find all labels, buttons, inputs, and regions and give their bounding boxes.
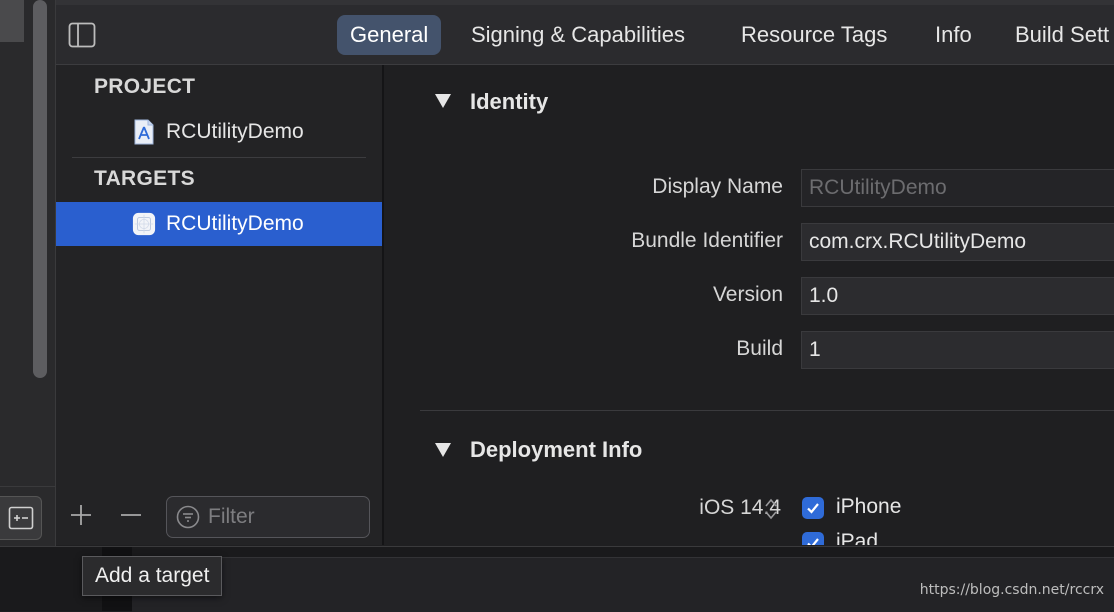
tab-info[interactable]: Info [922,15,985,55]
deployment-info-section-title: Deployment Info [470,437,643,462]
tab-resource-tags[interactable]: Resource Tags [728,15,900,55]
bundle-identifier-label: Bundle Identifier [631,229,783,252]
filter-placeholder: Filter [208,505,255,528]
tab-general[interactable]: General [337,15,442,55]
xcode-project-icon [132,119,156,145]
checkmark-icon [807,538,819,545]
build-field[interactable]: 1 [801,331,1114,369]
target-item-label: RCUtilityDemo [166,212,304,235]
list-divider [72,157,366,158]
checkmark-icon [807,503,819,514]
tab-signing-capabilities[interactable]: Signing & Capabilities [458,15,698,55]
ipad-label: iPad [836,530,879,545]
plus-minus-box-icon [8,506,33,530]
app-target-icon [132,211,156,237]
disclosure-triangle-icon[interactable] [434,442,452,458]
project-target-list: PROJECT RCUtilityDemo TARGETS RCUtilityD… [56,65,384,545]
editor-tab-bar: General Signing & Capabilities Resource … [56,0,1114,65]
remove-target-button[interactable] [117,501,145,529]
add-target-button[interactable] [67,501,95,529]
project-section-header: PROJECT [94,75,196,98]
project-item-label: RCUtilityDemo [166,120,304,143]
display-name-field[interactable]: RCUtilityDemo [801,169,1114,207]
general-settings-panel: Identity Display Name RCUtilityDemo Bund… [384,65,1114,545]
up-down-chevron-icon[interactable] [764,496,778,522]
display-name-label: Display Name [652,175,783,198]
build-label: Build [736,337,783,360]
section-separator [420,410,1114,411]
add-target-tooltip: Add a target [82,556,223,596]
version-label: Version [712,283,783,306]
plus-icon [71,505,91,525]
target-item[interactable]: RCUtilityDemo [56,202,382,246]
iphone-checkbox[interactable] [802,497,824,519]
tab-build-settings[interactable]: Build Sett [1002,15,1114,55]
outer-navigator-strip [0,0,56,546]
identity-section-title: Identity [470,89,549,114]
project-item[interactable]: RCUtilityDemo [56,110,382,154]
watermark-text: https://blog.csdn.net/rccrx [919,582,1104,598]
navigator-scrollbar[interactable] [33,0,47,378]
filter-icon [176,505,200,529]
targets-section-header: TARGETS [94,167,195,190]
ipad-checkbox[interactable] [802,532,824,545]
tab-bar-top-line [56,0,1114,5]
sidebar-toggle-icon[interactable] [68,22,96,48]
add-remove-filter-button[interactable] [0,496,42,540]
minus-icon [121,514,141,516]
navigator-header-remnant [0,0,24,42]
filter-field[interactable]: Filter [166,496,370,538]
list-bottom-bar: Filter [56,485,382,545]
version-field[interactable]: 1.0 [801,277,1114,315]
iphone-label: iPhone [836,495,902,518]
navigator-divider [0,486,55,487]
bundle-identifier-field[interactable]: com.crx.RCUtilityDemo [801,223,1114,261]
disclosure-triangle-icon[interactable] [434,93,452,109]
